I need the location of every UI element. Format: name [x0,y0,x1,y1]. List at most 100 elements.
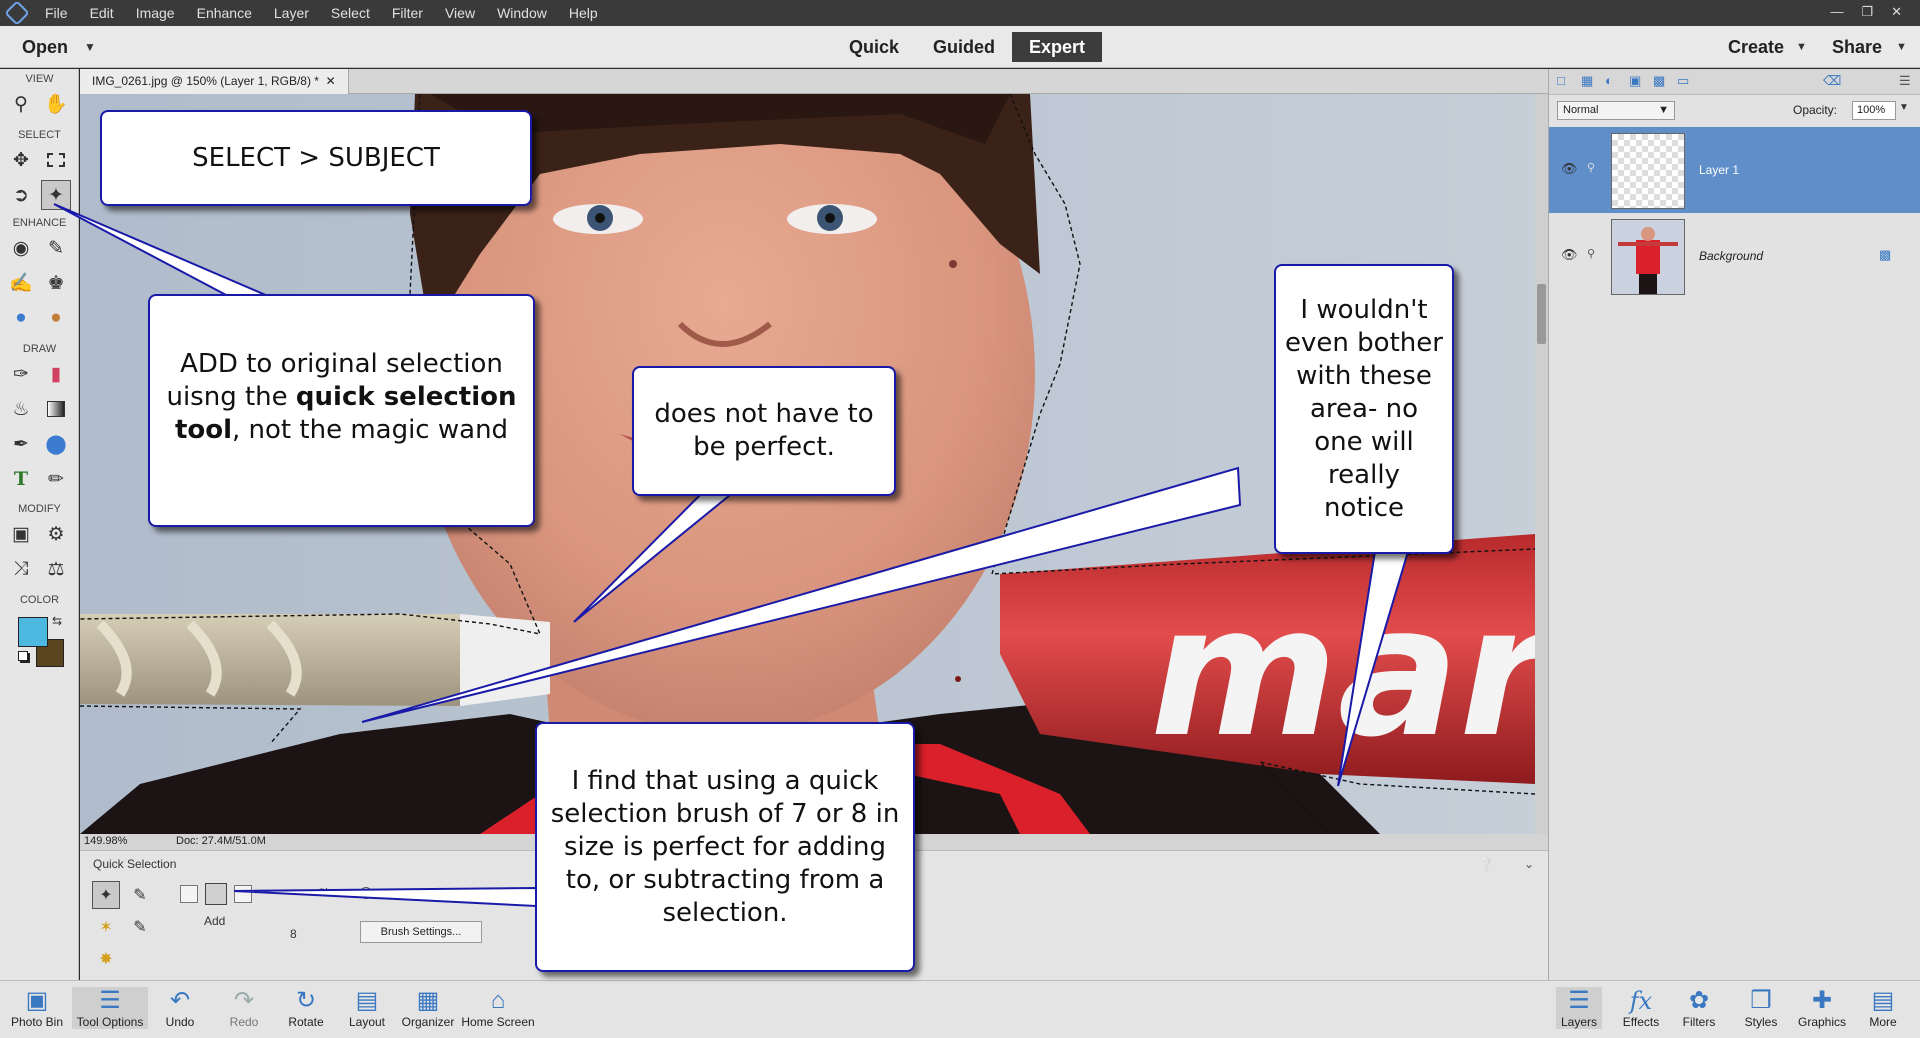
new-selection-mode-icon[interactable] [180,885,198,903]
opacity-dropdown-icon[interactable]: ▼ [1899,102,1909,113]
blur-tool-icon[interactable]: ● [6,303,36,333]
menu-window[interactable]: Window [486,5,558,21]
zoom-level[interactable]: 149.98% [84,835,127,847]
magic-wand-option-icon[interactable]: ✶ [92,913,120,941]
scrollbar-thumb[interactable] [1537,284,1546,344]
tool-options-button[interactable]: ☰ Tool Options [72,987,148,1029]
size-slider-thumb[interactable] [360,887,372,899]
graphics-button[interactable]: ✚ Graphics [1794,987,1850,1029]
close-icon[interactable]: ✕ [1891,4,1902,20]
lock-transparency-icon[interactable]: ▩ [1653,73,1665,89]
home-screen-button[interactable]: ⌂ Home Screen [460,987,536,1029]
move-tool-icon[interactable]: ✥ [6,145,36,175]
pencil-tool-icon[interactable]: ✏ [41,464,71,494]
share-dropdown-icon[interactable]: ▼ [1896,41,1907,53]
eraser-tool-icon[interactable]: ▮ [41,359,71,389]
menu-edit[interactable]: Edit [79,5,125,21]
menu-image[interactable]: Image [125,5,186,21]
eyedropper-tool-icon[interactable]: ✒ [6,429,36,459]
organizer-button[interactable]: ▦ Organizer [400,987,456,1029]
recompose-tool-icon[interactable]: ⚙ [41,519,71,549]
link-icon[interactable]: ⚲ [1587,247,1595,260]
menu-view[interactable]: View [434,5,486,21]
hand-tool-icon[interactable]: ✋ [41,89,71,119]
filters-button[interactable]: ✿ Filters [1676,987,1722,1029]
menu-help[interactable]: Help [558,5,609,21]
clone-stamp-tool-icon[interactable]: ♚ [41,268,71,298]
brush-tool-icon[interactable]: ✑ [6,359,36,389]
selection-brush-option-icon[interactable]: ✎ [126,881,154,909]
visibility-eye-icon[interactable]: 👁 [1561,247,1578,263]
background-layer-name[interactable]: Background [1699,249,1763,263]
restore-icon[interactable]: ❐ [1861,4,1873,20]
opacity-input[interactable]: 100% [1852,101,1896,120]
blend-mode-select[interactable]: Normal ▼ [1557,101,1675,120]
link-icon[interactable]: ⚲ [1587,161,1595,174]
menu-layer[interactable]: Layer [263,5,320,21]
menu-file[interactable]: File [34,5,79,21]
tab-guided[interactable]: Guided [916,32,1012,62]
vertical-scrollbar[interactable] [1535,94,1548,834]
tab-expert[interactable]: Expert [1012,32,1103,62]
visibility-eye-icon[interactable]: 👁 [1561,161,1578,177]
collapse-options-icon[interactable]: ⌄ [1524,857,1534,871]
app-logo-icon[interactable] [0,0,34,26]
delete-layer-icon[interactable]: ⌫ [1823,73,1841,89]
add-selection-mode-icon[interactable] [205,883,227,905]
red-eye-tool-icon[interactable]: ◉ [6,233,36,263]
layer-row-layer-1[interactable]: 👁 ⚲ Layer 1 [1549,127,1920,213]
subtract-selection-mode-icon[interactable] [234,885,252,903]
layout-button[interactable]: ▤ Layout [346,987,388,1029]
open-button[interactable]: Open [22,37,68,58]
help-icon[interactable]: ❔ [1478,857,1494,873]
marquee-tool-icon[interactable] [41,145,71,175]
undo-button[interactable]: ↶ Undo [160,987,200,1029]
photo-bin-button[interactable]: ▣ Photo Bin [8,987,66,1029]
new-layer-icon[interactable]: □ [1557,73,1565,88]
minimize-icon[interactable]: — [1830,4,1843,20]
swap-colors-icon[interactable]: ⇆ [52,614,62,628]
menu-enhance[interactable]: Enhance [186,5,263,21]
layers-button[interactable]: ☰ Layers [1556,987,1602,1029]
smart-brush-tool-icon[interactable]: ✍ [6,268,36,298]
zoom-tool-icon[interactable]: ⚲ [6,89,36,119]
auto-selection-option-icon[interactable]: ✸ [92,945,120,973]
lock-all-icon[interactable]: ▭ [1677,73,1689,89]
shape-tool-icon[interactable]: ⬤ [41,429,71,459]
adjustment-layer-icon[interactable]: ◐ [1605,73,1613,88]
gradient-tool-icon[interactable] [41,394,71,424]
open-dropdown-icon[interactable]: ▼ [84,40,96,54]
paint-bucket-tool-icon[interactable]: ♨ [6,394,36,424]
panel-menu-icon[interactable]: ☰ [1899,73,1911,89]
content-aware-move-tool-icon[interactable]: ⤨ [6,554,36,584]
close-tab-icon[interactable]: ✕ [326,74,336,88]
foreground-color-swatch[interactable] [18,617,48,647]
type-tool-icon[interactable]: T [6,464,36,494]
layer-1-name[interactable]: Layer 1 [1699,163,1739,177]
spot-healing-tool-icon[interactable]: ✎ [41,233,71,263]
quick-selection-tool-icon[interactable]: ✦ [41,180,71,210]
quick-selection-option-icon[interactable]: ✦ [92,881,120,909]
layer-mask-icon[interactable]: ▣ [1629,73,1641,89]
layer-row-background[interactable]: 👁 ⚲ Background ▩ [1549,213,1920,299]
more-button[interactable]: ▤ More [1860,987,1906,1029]
new-group-icon[interactable]: ▦ [1581,73,1593,89]
straighten-tool-icon[interactable]: ⚖ [41,554,71,584]
document-tab[interactable]: IMG_0261.jpg @ 150% (Layer 1, RGB/8) * ✕ [80,69,349,94]
create-button[interactable]: Create [1728,37,1784,58]
menu-select[interactable]: Select [320,5,381,21]
default-colors-icon[interactable] [18,651,28,661]
create-dropdown-icon[interactable]: ▼ [1796,41,1807,53]
refine-brush-option-icon[interactable]: ✎ [126,913,154,941]
lasso-tool-icon[interactable]: ➲ [6,180,36,210]
styles-button[interactable]: ❒ Styles [1738,987,1784,1029]
menu-filter[interactable]: Filter [381,5,434,21]
sponge-tool-icon[interactable]: ● [41,303,71,333]
brush-settings-button[interactable]: Brush Settings... [360,921,482,943]
rotate-button[interactable]: ↻ Rotate [284,987,328,1029]
crop-tool-icon[interactable]: ▣ [6,519,36,549]
tab-quick[interactable]: Quick [832,32,916,62]
effects-button[interactable]: fx Effects [1618,987,1664,1029]
share-button[interactable]: Share [1832,37,1882,58]
redo-button[interactable]: ↷ Redo [224,987,264,1029]
